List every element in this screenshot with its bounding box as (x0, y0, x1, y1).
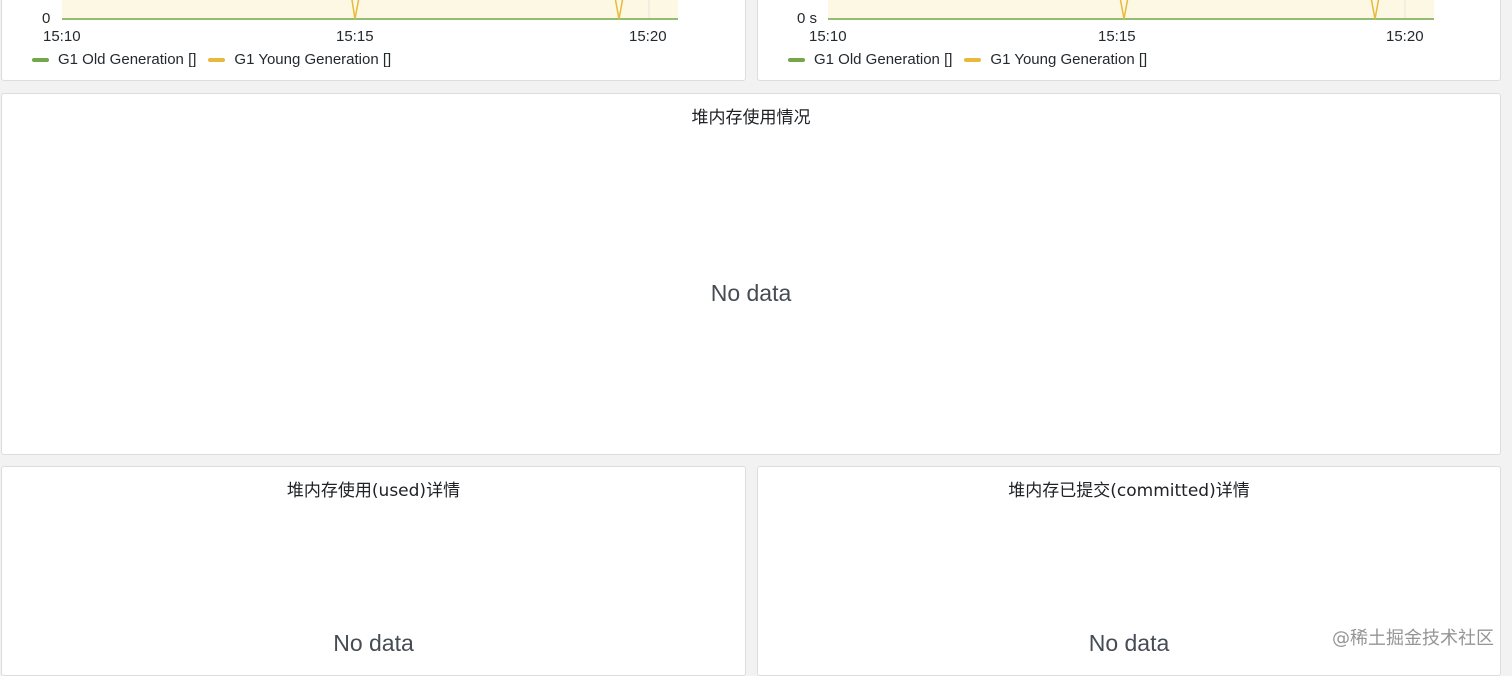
gc-chart-left-plot: 0 15:10 15:15 15:20 (2, 0, 746, 81)
legend-label: G1 Old Generation [] (58, 51, 196, 68)
x-tick-label: 15:10 (43, 28, 81, 45)
legend-swatch-young-gen (208, 58, 225, 62)
gc-chart-right-plot: 0 s 15:10 15:15 15:20 (758, 0, 1501, 81)
legend-item-young-gen[interactable]: G1 Young Generation [] (208, 51, 391, 68)
x-tick-label: 15:20 (629, 28, 667, 45)
legend-label: G1 Old Generation [] (814, 51, 952, 68)
watermark: @稀土掘金技术社区 (1332, 624, 1494, 650)
gc-chart-panel-left: 0 15:10 15:15 15:20 G1 Old Generation []… (1, 0, 746, 81)
chart-legend: G1 Old Generation [] G1 Young Generation… (788, 51, 1159, 68)
y-tick-label: 0 (42, 10, 50, 27)
panel-title[interactable]: 堆内存使用情况 (2, 103, 1500, 128)
legend-label: G1 Young Generation [] (234, 51, 391, 68)
x-tick-label: 15:10 (809, 28, 847, 45)
x-tick-label: 15:20 (1386, 28, 1424, 45)
legend-item-old-gen[interactable]: G1 Old Generation [] (788, 51, 952, 68)
gc-chart-panel-right: 0 s 15:10 15:15 15:20 G1 Old Generation … (757, 0, 1501, 81)
legend-swatch-young-gen (964, 58, 981, 62)
panel-title[interactable]: 堆内存已提交(committed)详情 (758, 476, 1500, 501)
legend-swatch-old-gen (788, 58, 805, 62)
panel-title[interactable]: 堆内存使用(used)详情 (2, 476, 745, 501)
y-tick-label: 0 s (797, 10, 817, 27)
legend-label: G1 Young Generation [] (990, 51, 1147, 68)
x-tick-label: 15:15 (336, 28, 374, 45)
plot-area-fill (62, 0, 678, 19)
no-data-message: No data (2, 630, 745, 657)
plot-area-fill (828, 0, 1434, 19)
legend-swatch-old-gen (32, 58, 49, 62)
no-data-message: No data (2, 280, 1500, 307)
heap-used-detail-panel: 堆内存使用(used)详情 No data (1, 466, 746, 676)
legend-item-old-gen[interactable]: G1 Old Generation [] (32, 51, 196, 68)
legend-item-young-gen[interactable]: G1 Young Generation [] (964, 51, 1147, 68)
x-tick-label: 15:15 (1098, 28, 1136, 45)
heap-usage-panel: 堆内存使用情况 No data (1, 93, 1501, 455)
chart-legend: G1 Old Generation [] G1 Young Generation… (32, 51, 403, 68)
